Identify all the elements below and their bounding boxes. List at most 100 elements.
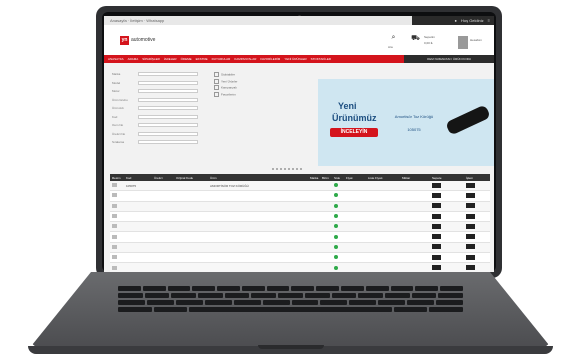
filter-select[interactable] — [138, 131, 198, 136]
stock-status-icon — [334, 203, 338, 208]
thumbnail-icon[interactable] — [112, 183, 117, 188]
thumbnail-icon[interactable] — [112, 255, 117, 260]
add-to-cart-button[interactable] — [432, 182, 441, 188]
add-to-cart-button[interactable] — [432, 234, 441, 240]
filter-select[interactable] — [138, 89, 198, 93]
table-row[interactable] — [110, 222, 490, 233]
avatar[interactable] — [458, 36, 468, 49]
filter-select[interactable] — [138, 114, 198, 119]
row-action-button[interactable] — [466, 244, 475, 250]
checkbox-icon[interactable] — [214, 91, 219, 97]
pagination-dots[interactable] — [272, 168, 302, 170]
cart-icon[interactable]: ⛟ — [411, 34, 420, 43]
row-action-button[interactable] — [466, 254, 475, 260]
filter-checkbox[interactable]: Kampanyalı — [214, 85, 237, 90]
table-row[interactable] — [110, 242, 490, 254]
row-action-button[interactable] — [466, 192, 475, 198]
nav-item[interactable]: YENİ ÜRÜNLER — [284, 57, 306, 61]
nav-item[interactable]: EKSTRE — [196, 57, 208, 61]
table-cell — [430, 244, 464, 250]
thumbnail-icon[interactable] — [112, 224, 117, 229]
column-header[interactable]: Resim — [110, 176, 124, 180]
row-action-button[interactable] — [466, 223, 475, 229]
checkbox-label: Yeni Ürünler — [221, 78, 238, 83]
table-cell — [332, 214, 344, 219]
nav-item[interactable]: DUYURULAR — [212, 57, 231, 61]
column-header[interactable]: Üretici — [152, 176, 174, 180]
column-header[interactable]: Orijinal Kodu — [174, 176, 208, 180]
column-header[interactable]: İşlem — [464, 176, 490, 180]
add-to-cart-button[interactable] — [432, 223, 441, 229]
table-row[interactable] — [110, 232, 490, 243]
promo-banner[interactable]: Yeni Ürünümüz İNCELEYİN Amortisör Toz Kö… — [318, 79, 494, 166]
checkbox-icon[interactable] — [214, 85, 219, 90]
table-row[interactable] — [110, 211, 490, 223]
add-to-cart-button[interactable] — [432, 192, 441, 198]
row-action-button[interactable] — [466, 234, 475, 240]
add-to-cart-button[interactable] — [432, 203, 441, 209]
filter-row: Üretici No — [112, 131, 202, 137]
filter-select[interactable] — [138, 123, 198, 127]
user-icon[interactable]: ● — [455, 18, 457, 23]
table-row[interactable] — [110, 201, 490, 212]
nav-item[interactable]: KAMPANYALAR — [234, 57, 256, 61]
nav-item[interactable]: FAVORİLERİM — [260, 57, 280, 61]
user-greeting[interactable]: Hoş Geldiniz — [461, 18, 484, 23]
filter-checkbox[interactable]: Yeni Ürünler — [214, 78, 238, 84]
account-label[interactable]: Hesabım — [470, 38, 492, 42]
column-header[interactable]: Marka — [308, 176, 320, 180]
column-header[interactable]: Ürün — [208, 176, 308, 180]
thumbnail-icon[interactable] — [112, 193, 117, 198]
thumbnail-icon[interactable] — [112, 203, 117, 208]
row-action-button[interactable] — [466, 203, 475, 209]
thumbnail-icon[interactable] — [112, 244, 117, 249]
column-header[interactable]: Fiyat — [344, 176, 366, 180]
nav-item[interactable]: STOKTAKİLER — [311, 57, 331, 61]
laptop-screen: Anasayfa · İletişim · Whatsapp ● Hoş Gel… — [104, 16, 494, 272]
table-cell: 105075 — [126, 183, 137, 188]
nav-item[interactable]: SİPARİŞLER — [142, 57, 159, 61]
add-to-cart-button[interactable] — [432, 265, 441, 271]
table-cell — [332, 183, 344, 188]
checkbox-icon[interactable] — [214, 72, 219, 77]
nav-item[interactable]: ÖDEME — [181, 57, 192, 61]
add-to-cart-button[interactable] — [432, 254, 441, 260]
filter-select[interactable] — [138, 72, 198, 76]
column-header[interactable]: Birim — [320, 176, 332, 180]
column-header[interactable]: Liste Fiyatı — [366, 176, 400, 180]
filter-select[interactable] — [138, 80, 198, 85]
table-row[interactable]: 105075 AMORTİSÖR TOZ KÖRÜĞÜ — [110, 181, 490, 192]
column-header[interactable]: Kod — [124, 176, 152, 180]
nav-item[interactable]: İADELER — [164, 57, 177, 61]
top-links[interactable]: Anasayfa · İletişim · Whatsapp — [110, 18, 164, 23]
row-action-button[interactable] — [466, 182, 475, 188]
add-to-cart-button[interactable] — [432, 213, 441, 219]
row-action-button[interactable] — [466, 213, 475, 219]
table-row[interactable] — [110, 191, 490, 202]
column-header[interactable]: Sepete — [430, 176, 464, 180]
search-icon[interactable]: ⌕ — [389, 34, 398, 43]
promo-title-line2: Ürünümüz — [332, 113, 377, 123]
thumbnail-icon[interactable] — [112, 234, 117, 239]
filter-select[interactable] — [138, 97, 198, 102]
table-row[interactable] — [110, 263, 490, 272]
filter-checkbox[interactable]: Stoktakiler — [214, 72, 235, 77]
filter-checkbox[interactable]: Favorilerim — [214, 91, 236, 97]
row-action-button[interactable] — [466, 265, 475, 271]
checkbox-icon[interactable] — [214, 78, 219, 84]
column-header[interactable]: Miktar — [400, 176, 430, 180]
logo-text[interactable]: automotive — [131, 37, 155, 43]
thumbnail-icon[interactable] — [112, 214, 117, 219]
add-to-cart-button[interactable] — [432, 244, 441, 250]
nav-item[interactable]: ARAMA — [128, 57, 139, 61]
thumbnail-icon[interactable] — [112, 265, 117, 270]
oem-search-bar[interactable]: OEM NUMARASI / ÜRÜN KODU — [404, 55, 494, 63]
nav-item[interactable]: ANASAYFA — [108, 57, 124, 61]
filter-select[interactable] — [138, 140, 198, 144]
promo-cta-button[interactable]: İNCELEYİN — [330, 128, 378, 137]
table-row[interactable] — [110, 253, 490, 264]
menu-icon[interactable]: ≡ — [488, 18, 490, 23]
logo-mark[interactable]: yn — [120, 36, 129, 45]
filter-select[interactable] — [138, 106, 198, 110]
column-header[interactable]: Stok — [332, 176, 344, 180]
